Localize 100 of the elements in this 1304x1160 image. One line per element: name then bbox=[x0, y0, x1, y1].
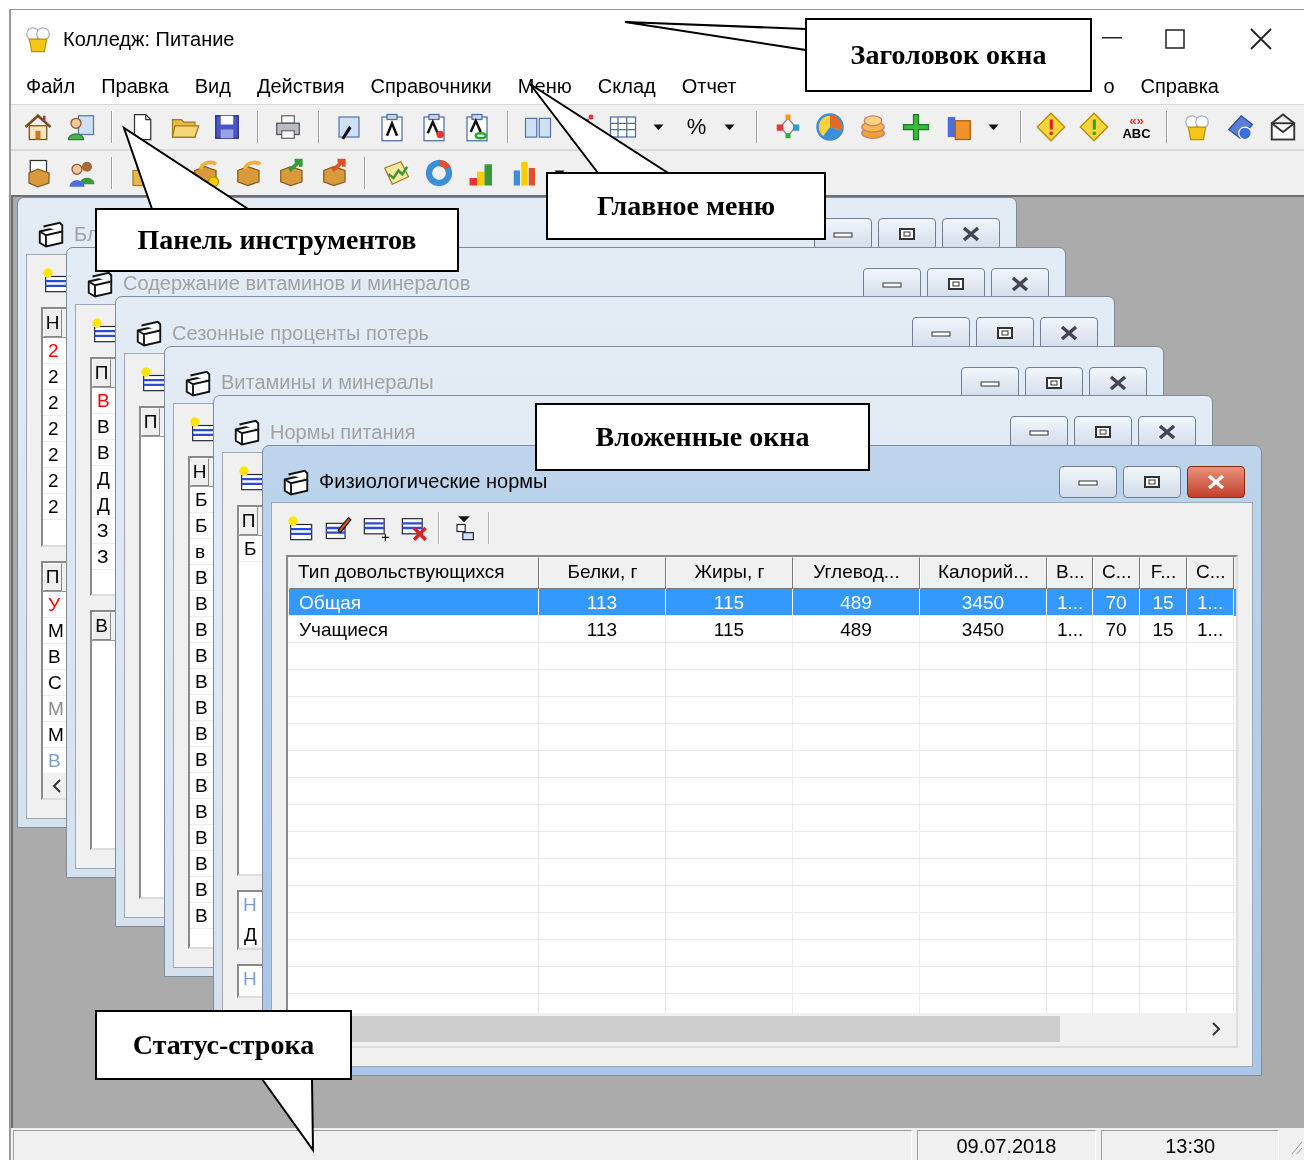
restore-icon[interactable] bbox=[996, 326, 1014, 340]
callout-tooltip: Главное меню bbox=[546, 172, 826, 240]
cell-text: Б bbox=[244, 538, 257, 559]
cell-text: В bbox=[195, 800, 208, 822]
restore-icon[interactable] bbox=[1094, 425, 1112, 439]
table-cell: 115 bbox=[666, 615, 793, 643]
cell-text: Б bbox=[195, 488, 208, 510]
table-cell: 489 bbox=[793, 588, 920, 616]
plus-icon[interactable] bbox=[900, 112, 931, 142]
cell-text: З bbox=[97, 519, 109, 541]
ring-chart-icon[interactable] bbox=[423, 158, 454, 188]
table-cell: 113 bbox=[539, 588, 666, 616]
close-icon[interactable] bbox=[1156, 424, 1178, 440]
column-header[interactable]: П bbox=[92, 358, 111, 387]
cell-text: В bbox=[48, 749, 61, 771]
menu-item[interactable]: Действия bbox=[243, 74, 358, 98]
cell-text: В bbox=[97, 415, 110, 437]
callout-tooltip: Заголовок окна bbox=[805, 18, 1092, 92]
close-icon[interactable] bbox=[960, 226, 982, 242]
cell-text: В bbox=[48, 645, 61, 667]
cell-text: Д bbox=[97, 467, 110, 489]
table-cell: 1... bbox=[1047, 615, 1093, 643]
cell-text: В bbox=[195, 722, 208, 744]
close-icon[interactable] bbox=[1250, 28, 1272, 50]
menu-item[interactable]: Справка bbox=[1127, 74, 1232, 98]
maximize-icon[interactable] bbox=[1165, 29, 1185, 49]
close-button[interactable] bbox=[942, 218, 1000, 250]
chevron-right-icon[interactable] bbox=[1210, 1021, 1222, 1037]
table-cell: 70 bbox=[1093, 588, 1140, 616]
cell-text: В bbox=[195, 618, 208, 640]
add-record-icon[interactable] bbox=[286, 513, 314, 542]
table-cell: 1... bbox=[1047, 588, 1093, 616]
menu-item[interactable]: Файл bbox=[13, 74, 89, 98]
cell-text: В bbox=[97, 441, 110, 463]
restore-icon[interactable] bbox=[1045, 375, 1063, 390]
table-row[interactable]: Учащиеся 113 115 489 3450 1... 70 15 1... bbox=[289, 615, 1236, 643]
column-header[interactable]: В bbox=[92, 612, 111, 640]
restore-icon[interactable] bbox=[1143, 474, 1161, 489]
close-icon[interactable] bbox=[1009, 275, 1031, 292]
menu-item[interactable]: Справочники bbox=[357, 74, 505, 98]
column-header[interactable]: F... bbox=[1140, 556, 1187, 589]
warning-icon[interactable] bbox=[1078, 112, 1109, 142]
restore-button[interactable] bbox=[878, 218, 936, 250]
help-book-icon[interactable] bbox=[1225, 112, 1256, 142]
minimize-icon[interactable] bbox=[1102, 37, 1122, 41]
menu-item[interactable]: Вид bbox=[181, 74, 244, 98]
table-cell: Общая bbox=[289, 588, 539, 616]
restore-icon[interactable] bbox=[947, 276, 965, 291]
menu-item[interactable]: о bbox=[1090, 74, 1128, 98]
cell-text: В bbox=[195, 904, 208, 926]
column-header[interactable]: С... bbox=[1187, 556, 1234, 589]
cell-text: М bbox=[48, 697, 64, 719]
close-button[interactable] bbox=[1138, 416, 1196, 448]
column-header[interactable]: Углевод... bbox=[793, 556, 920, 589]
window-title: Сезонные проценты потерь bbox=[172, 321, 430, 345]
cell-text: 2 bbox=[48, 470, 59, 491]
column-header[interactable]: Жиры, г bbox=[666, 556, 793, 589]
cell-text: В bbox=[195, 774, 208, 796]
column-header[interactable]: С... bbox=[1093, 556, 1140, 589]
restore-button[interactable] bbox=[976, 317, 1034, 349]
close-button[interactable] bbox=[1187, 465, 1245, 498]
column-header[interactable]: Калорий... bbox=[920, 556, 1047, 589]
column-header[interactable]: Белки, г bbox=[539, 556, 666, 589]
home-icon[interactable] bbox=[23, 112, 54, 142]
cell-text: 2 bbox=[48, 340, 59, 361]
person-book-icon[interactable] bbox=[66, 112, 97, 142]
window-title: Содержание витаминов и минералов bbox=[123, 272, 471, 295]
table-cell: 3450 bbox=[920, 615, 1047, 643]
table-cell: 70 bbox=[1093, 615, 1140, 643]
cell-text: З bbox=[97, 545, 109, 567]
menu-item[interactable]: Отчет bbox=[668, 74, 750, 98]
column-header[interactable]: П bbox=[43, 562, 62, 591]
restore-button[interactable] bbox=[1123, 465, 1181, 498]
spell-check-button[interactable]: «» ABC bbox=[1115, 114, 1158, 140]
coins-icon[interactable] bbox=[858, 112, 888, 142]
cell-text: 2 bbox=[48, 444, 59, 465]
cell-text: В bbox=[195, 644, 208, 666]
group-caption: Н bbox=[242, 893, 258, 917]
percent-button[interactable]: % bbox=[676, 114, 717, 140]
close-icon[interactable] bbox=[1107, 374, 1129, 391]
table-cell: 115 bbox=[666, 588, 793, 616]
close-button[interactable] bbox=[1040, 317, 1098, 349]
column-header[interactable]: Тип довольствующихся bbox=[289, 556, 539, 589]
column-header[interactable]: Н bbox=[43, 309, 62, 337]
column-header[interactable]: В... bbox=[1047, 556, 1093, 589]
menu-item[interactable]: Склад bbox=[584, 74, 669, 98]
cell-text: В bbox=[195, 748, 208, 770]
column-header[interactable]: Н bbox=[190, 457, 209, 486]
close-icon[interactable] bbox=[1058, 325, 1080, 341]
pie-chart-icon[interactable] bbox=[815, 112, 846, 142]
cell-text: У bbox=[48, 593, 61, 615]
menu-item[interactable]: Правка bbox=[88, 74, 182, 98]
scroll-left-icon[interactable] bbox=[51, 778, 63, 794]
warning-icon[interactable] bbox=[1036, 112, 1067, 142]
column-header[interactable]: П bbox=[239, 507, 258, 535]
table-cell: 3450 bbox=[920, 588, 1047, 616]
cell-text: М bbox=[48, 723, 64, 745]
restore-button[interactable] bbox=[1074, 416, 1132, 448]
column-header[interactable]: П bbox=[141, 408, 160, 436]
restore-icon[interactable] bbox=[898, 227, 916, 241]
